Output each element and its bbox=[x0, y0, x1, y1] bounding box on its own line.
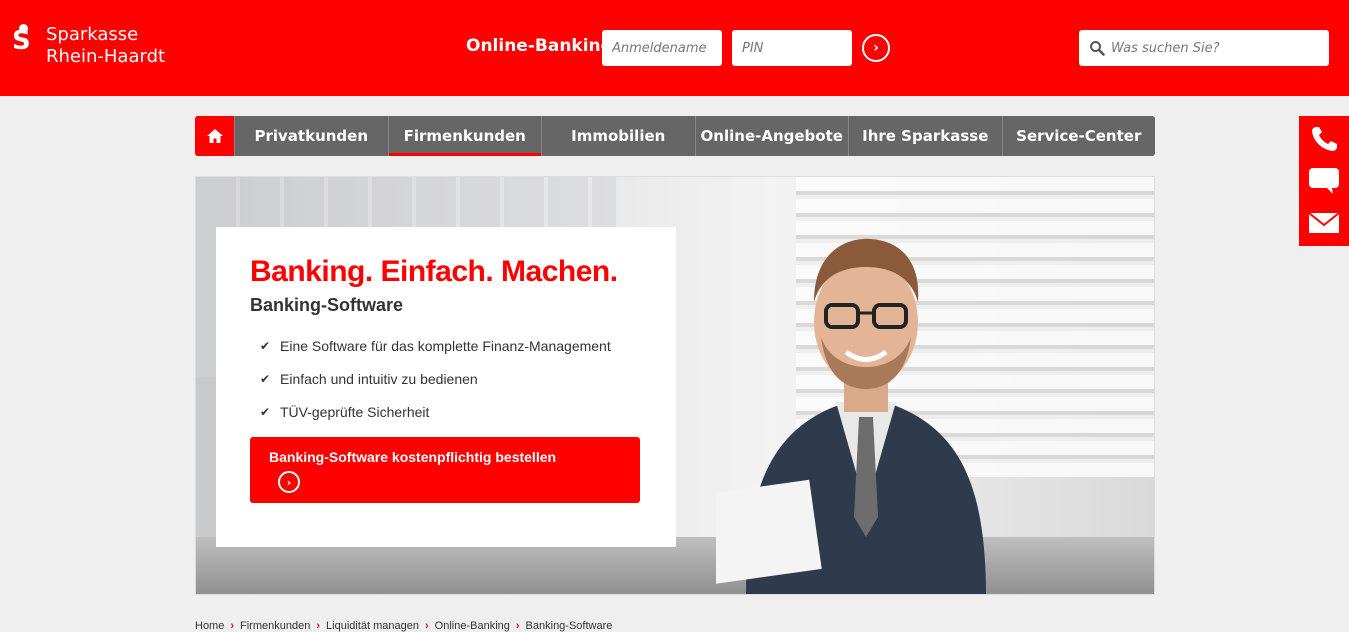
sparkasse-logo[interactable]: S Sparkasse Rhein-Haardt bbox=[12, 24, 165, 68]
order-software-button[interactable]: Banking-Software kostenpflichtig bestell… bbox=[250, 437, 640, 503]
businessman-photo bbox=[716, 238, 986, 594]
search-box[interactable] bbox=[1079, 30, 1329, 66]
pin-field[interactable] bbox=[732, 30, 852, 66]
site-header: S Sparkasse Rhein-Haardt Online-Banking … bbox=[0, 0, 1349, 96]
chevron-right-circle-icon: › bbox=[278, 471, 300, 493]
hero-card: Banking. Einfach. Machen. Banking-Softwa… bbox=[216, 227, 676, 547]
nav-item-ihre-sparkasse[interactable]: Ihre Sparkasse bbox=[849, 116, 1003, 156]
checkmark-icon: ✔ bbox=[260, 405, 271, 419]
login-submit-button[interactable]: › bbox=[862, 34, 890, 62]
hero-subhead: Banking-Software bbox=[250, 295, 404, 315]
breadcrumb: Home › Firmenkunden › Liquidität managen… bbox=[195, 620, 618, 632]
nav-item-service-center[interactable]: Service-Center bbox=[1003, 116, 1156, 156]
nav-item-online-angebote[interactable]: Online-Angebote bbox=[696, 116, 849, 156]
sparkasse-logo-icon: S bbox=[12, 24, 31, 56]
chevron-right-icon: › bbox=[316, 620, 321, 632]
brand-line-1: Sparkasse bbox=[46, 24, 139, 45]
order-software-label: Banking-Software kostenpflichtig bestell… bbox=[269, 449, 557, 465]
chevron-right-icon: › bbox=[424, 620, 429, 632]
nav-item-firmenkunden[interactable]: Firmenkunden bbox=[388, 116, 542, 156]
phone-icon[interactable] bbox=[1307, 124, 1341, 154]
contact-sidebar bbox=[1299, 116, 1349, 246]
brand-line-2: Rhein-Haardt bbox=[46, 46, 166, 67]
nav-item-immobilien[interactable]: Immobilien bbox=[542, 116, 696, 156]
breadcrumb-home[interactable]: Home bbox=[195, 620, 224, 632]
list-item: ✔ Eine Software für das komplette Finanz-… bbox=[260, 338, 611, 354]
chevron-right-icon: › bbox=[515, 620, 520, 632]
feature-list: ✔ Eine Software für das komplette Finanz-… bbox=[250, 338, 642, 420]
username-field[interactable] bbox=[602, 30, 722, 66]
search-icon bbox=[1090, 41, 1105, 56]
chevron-right-icon: › bbox=[230, 620, 235, 632]
list-item: ✔ Einfach und intuitiv zu bedienen bbox=[260, 371, 478, 387]
brand-name: Sparkasse Rhein-Haardt bbox=[46, 24, 165, 68]
checkmark-icon: ✔ bbox=[260, 372, 271, 386]
hero-headline: Banking. Einfach. Machen. bbox=[250, 255, 618, 288]
breadcrumb-firmenkunden[interactable]: Firmenkunden bbox=[240, 620, 310, 632]
breadcrumb-liquiditaet[interactable]: Liquidität managen bbox=[326, 620, 419, 632]
nav-item-privatkunden[interactable]: Privatkunden bbox=[235, 116, 389, 156]
breadcrumb-current: Banking-Software bbox=[525, 620, 613, 632]
hero-banner: Banking. Einfach. Machen. Banking-Softwa… bbox=[195, 176, 1155, 595]
mail-icon[interactable] bbox=[1307, 208, 1341, 238]
chat-icon[interactable] bbox=[1307, 166, 1341, 196]
chevron-right-icon: › bbox=[873, 40, 879, 56]
search-input[interactable] bbox=[1109, 30, 1324, 66]
breadcrumb-online-banking[interactable]: Online-Banking bbox=[435, 620, 510, 632]
home-icon bbox=[206, 129, 223, 143]
nav-home[interactable] bbox=[195, 116, 235, 156]
checkmark-icon: ✔ bbox=[260, 339, 271, 353]
main-navigation: Privatkunden Firmenkunden Immobilien Onl… bbox=[195, 116, 1155, 156]
online-banking-label: Online-Banking bbox=[466, 36, 613, 56]
list-item: ✔ TÜV-geprüfte Sicherheit bbox=[260, 404, 430, 420]
